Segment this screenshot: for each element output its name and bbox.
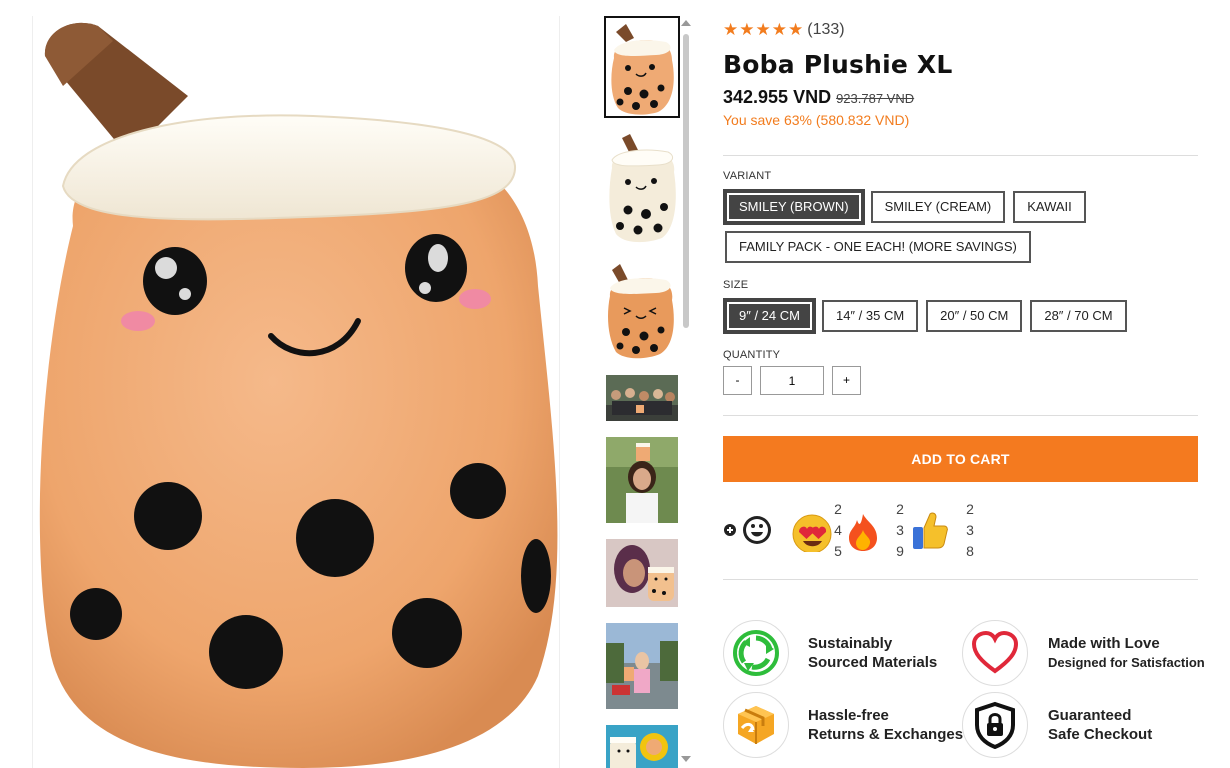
scrollbar-thumb[interactable] bbox=[683, 34, 689, 328]
variant-label: VARIANT bbox=[723, 170, 772, 182]
reaction-count-digit: 2 bbox=[896, 501, 904, 517]
feature-title: Hassle-free bbox=[808, 707, 889, 724]
feature-subtitle: Returns & Exchanges bbox=[808, 726, 964, 743]
variant-option-smiley-cream[interactable]: SMILEY (CREAM) bbox=[870, 191, 1006, 223]
thumb-brown-plush[interactable] bbox=[604, 16, 680, 118]
product-title: Boba Plushie XL bbox=[723, 50, 953, 79]
star-icon: ★ bbox=[788, 20, 804, 40]
star-icon: ★ bbox=[739, 20, 755, 40]
thumbs-up-emoji-icon bbox=[913, 512, 948, 549]
feature-subtitle: Sourced Materials bbox=[808, 654, 938, 671]
variant-options: SMILEY (BROWN) SMILEY (CREAM) KAWAII FAMILY… bbox=[723, 189, 1198, 263]
divider bbox=[723, 155, 1198, 156]
scroll-down-arrow-icon[interactable] bbox=[681, 756, 691, 762]
feature-made-with-love: Made with Love Designed for Satisfaction bbox=[962, 620, 1205, 686]
thumb-kawaii-plush[interactable] bbox=[606, 262, 678, 360]
feature-safe-checkout: Guaranteed Safe Checkout bbox=[962, 692, 1152, 758]
scroll-up-arrow-icon[interactable] bbox=[681, 20, 691, 26]
thumb-street-photo[interactable] bbox=[606, 623, 678, 709]
add-to-cart-button[interactable]: ADD TO CART bbox=[723, 436, 1198, 482]
size-label: SIZE bbox=[723, 279, 749, 291]
current-price: 342.955 VND bbox=[723, 87, 832, 107]
reaction-count: 2 3 8 bbox=[965, 499, 975, 562]
thumb-cream-plush[interactable] bbox=[606, 132, 678, 246]
compare-price: 923.787 VND bbox=[836, 91, 915, 106]
quantity-label: QUANTITY bbox=[723, 349, 781, 361]
quantity-increase-button[interactable]: + bbox=[832, 366, 861, 395]
reaction-fire[interactable]: 2 3 9 bbox=[845, 499, 905, 562]
size-option-14-35-cm[interactable]: 14″ / 35 CM bbox=[821, 300, 919, 332]
reaction-count-digit: 2 bbox=[834, 501, 842, 517]
thumb-woman-photo[interactable] bbox=[606, 437, 678, 523]
thumb-selfie-photo[interactable] bbox=[606, 539, 678, 607]
variant-option-family-pack-one-each-more-savings[interactable]: FAMILY PACK - ONE EACH! (MORE SAVINGS) bbox=[725, 231, 1031, 263]
reaction-count-digit: 8 bbox=[966, 543, 974, 559]
boba-plushie-illustration bbox=[39, 22, 558, 768]
reaction-count-digit: 2 bbox=[966, 501, 974, 517]
main-product-image[interactable] bbox=[32, 16, 560, 768]
quantity-input[interactable] bbox=[760, 366, 824, 395]
reaction-count-digit: 4 bbox=[834, 522, 842, 538]
feature-title: Guaranteed bbox=[1048, 707, 1132, 724]
heart-icon bbox=[962, 620, 1028, 686]
feature-sustainable: Sustainably Sourced Materials bbox=[723, 620, 937, 686]
star-icon: ★ bbox=[755, 20, 771, 40]
variant-option-kawaii[interactable]: KAWAII bbox=[1013, 191, 1086, 223]
size-options: 9″ / 24 CM 14″ / 35 CM 20″ / 50 CM 28″ / 70… bbox=[723, 298, 1198, 334]
lock-shield-icon bbox=[962, 692, 1028, 758]
reaction-thumbs-up[interactable]: 2 3 8 bbox=[910, 499, 975, 562]
variant-option-smiley-brown[interactable]: SMILEY (BROWN) bbox=[723, 189, 865, 225]
star-rating: ★ ★ ★ ★ ★ bbox=[723, 20, 803, 40]
size-option-20-50-cm[interactable]: 20″ / 50 CM bbox=[926, 300, 1023, 332]
feature-title: Made with Love bbox=[1048, 635, 1160, 652]
reaction-count-digit: 3 bbox=[896, 522, 904, 538]
reaction-count-digit: 5 bbox=[834, 543, 842, 559]
thumbnail-scrollbar[interactable] bbox=[681, 16, 691, 768]
reaction-count-digit: 3 bbox=[966, 522, 974, 538]
reaction-count: 2 4 5 bbox=[833, 499, 843, 562]
fire-emoji-icon bbox=[849, 513, 877, 551]
reaction-heart-eyes[interactable]: 2 4 5 bbox=[791, 499, 843, 562]
thumb-group-photo[interactable] bbox=[606, 375, 678, 421]
quantity-stepper: - + bbox=[723, 366, 1198, 395]
size-option-28-70-cm[interactable]: 28″ / 70 CM bbox=[1030, 300, 1127, 332]
add-reaction-icon bbox=[724, 516, 771, 544]
feature-subtitle: Safe Checkout bbox=[1048, 726, 1153, 743]
star-icon: ★ bbox=[771, 20, 787, 40]
reactions-bar: 2 4 5 2 3 9 2 3 8 bbox=[723, 499, 1198, 565]
star-icon: ★ bbox=[723, 20, 739, 40]
rating-row[interactable]: ★ ★ ★ ★ ★ (133) bbox=[723, 18, 1198, 42]
savings-text: You save 63% (580.832 VND) bbox=[723, 112, 910, 128]
feature-subtitle: Designed for Satisfaction bbox=[1048, 655, 1205, 670]
price-row: 342.955 VND 923.787 VND bbox=[723, 87, 1198, 108]
package-icon bbox=[723, 692, 789, 758]
thumb-family-photo[interactable] bbox=[606, 725, 678, 768]
size-option-9-24-cm[interactable]: 9″ / 24 CM bbox=[723, 298, 816, 334]
quantity-decrease-button[interactable]: - bbox=[723, 366, 752, 395]
add-reaction-button[interactable] bbox=[723, 513, 773, 547]
review-count[interactable]: (133) bbox=[807, 21, 844, 39]
divider bbox=[723, 579, 1198, 580]
product-info: ★ ★ ★ ★ ★ (133) Boba Plushie XL 342.955 … bbox=[723, 18, 1198, 580]
feature-hassle-free: Hassle-free Returns & Exchanges bbox=[723, 692, 963, 758]
recycle-icon bbox=[723, 620, 789, 686]
reaction-count: 2 3 9 bbox=[895, 499, 905, 562]
divider bbox=[723, 415, 1198, 416]
reaction-count-digit: 9 bbox=[896, 543, 904, 559]
thumbnail-strip bbox=[604, 16, 680, 768]
heart-eyes-emoji-icon bbox=[792, 514, 832, 552]
feature-title: Sustainably bbox=[808, 635, 893, 652]
